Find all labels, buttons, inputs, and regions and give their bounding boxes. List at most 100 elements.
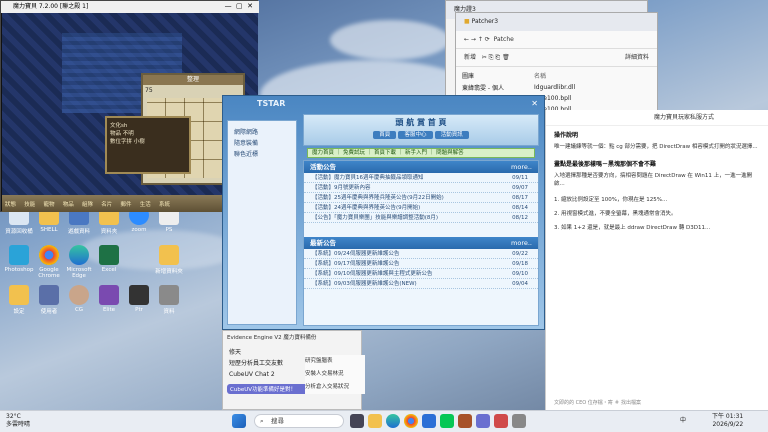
- folder-icon: [159, 245, 179, 265]
- file-item[interactable]: inde100.bpll: [534, 93, 654, 104]
- game-menu-item[interactable]: 物品: [63, 200, 74, 208]
- game-menu-item[interactable]: 寵物: [44, 200, 55, 208]
- ime-indicator[interactable]: 中: [680, 415, 686, 424]
- excel-icon: [99, 245, 119, 265]
- news-row[interactable]: 【活動】24週年慶典與界隆英公告(9月開始) 08/14: [304, 203, 538, 213]
- subpanel: 研究盤腦表 安裝人交易林況 分析倉入交易狀況: [305, 355, 365, 394]
- news-row[interactable]: 【系統】09/24伺服器更新維護公告 09/22: [304, 249, 538, 259]
- search-icon: ⌕: [260, 417, 264, 425]
- desktop-icon[interactable]: CG: [62, 285, 96, 329]
- desktop-icon[interactable]: Elite: [92, 285, 126, 329]
- desktop-icon[interactable]: Microsoft Edge: [62, 245, 96, 289]
- launcher-nav-bar: 魔力首頁 ｜ 免費試玩 ｜ 首頁下載 ｜ 新手入門 ｜ 問題與解答: [307, 148, 535, 158]
- game-menu-item[interactable]: 名片: [101, 200, 112, 208]
- folder-icon: ■: [464, 18, 470, 25]
- section-header-news: 最新公告 more..: [304, 237, 538, 249]
- app-icon[interactable]: [476, 414, 490, 428]
- column-header-name[interactable]: 名稱: [534, 71, 654, 82]
- nav-item[interactable]: 新手入門: [405, 150, 427, 156]
- photoshop-icon: [9, 245, 29, 265]
- desktop-icon[interactable]: 新增資料夾: [152, 245, 186, 289]
- game-icon[interactable]: [458, 414, 472, 428]
- nav-item[interactable]: 魔力首頁: [312, 150, 334, 156]
- launcher-side-item[interactable]: 聯色近標: [234, 149, 290, 160]
- task-view-icon[interactable]: [350, 414, 364, 428]
- section-header-events: 活動公告 more..: [304, 161, 538, 173]
- desktop-icon[interactable]: 資料: [152, 285, 186, 329]
- app-icon: [129, 285, 149, 305]
- nav-item[interactable]: 首頁下載: [374, 150, 396, 156]
- news-row[interactable]: 【活動】25週年慶典與界隆兵隆英公告(9月22日開始) 08/17: [304, 193, 538, 203]
- chrome-icon[interactable]: [404, 414, 418, 428]
- chrome-icon: [39, 245, 59, 265]
- game-menu-item[interactable]: 組隊: [82, 200, 93, 208]
- app-icon[interactable]: [494, 414, 508, 428]
- file-explorer-icon[interactable]: [368, 414, 382, 428]
- file-item[interactable]: Idguardlibr.dll: [534, 82, 654, 93]
- game-menu-bar: 狀態 技能 寵物 物品 組隊 名片 郵件 生活 系統: [2, 195, 258, 212]
- launcher-news-area: 活動公告 more.. 【活動】魔力寶貝16週年慶典抽籤品領取通知 09/11 【活…: [303, 160, 539, 326]
- more-link[interactable]: more..: [511, 161, 532, 173]
- explorer-address-bar[interactable]: ← → ↑ ⟳ Patche: [456, 31, 657, 49]
- launcher-side-item[interactable]: 網際網路: [234, 127, 290, 138]
- windows-start-icon[interactable]: [232, 414, 246, 428]
- clock[interactable]: 下午 01:31 2026/9/22: [712, 413, 743, 429]
- news-row[interactable]: 【公告】「魔力寶貝樂團」技能與樂譜調整活動(8月) 08/12: [304, 213, 538, 223]
- article-paragraph: 入地選擇那種是否要方向，搞相容問題在 DirectDraw 在 Win11 上，…: [554, 173, 753, 187]
- app-icon: [99, 285, 119, 305]
- subpanel-item[interactable]: 分析倉入交易狀況: [305, 381, 365, 394]
- game-menu-item[interactable]: 系統: [159, 200, 170, 208]
- game-window[interactable]: 魔力寶貝 7.2.00 [聯之殿 1] — ▢ ✕ 整理 75 文化sh 物品 …: [0, 0, 259, 212]
- desktop-icon[interactable]: Photoshop: [2, 245, 36, 289]
- article-footer: 文即的的 CEO 位存檔・寄 ＃ 找出檔案: [554, 400, 641, 406]
- news-row[interactable]: 【活動】9月號更新內容 09/07: [304, 183, 538, 193]
- game-menu-item[interactable]: 技能: [24, 200, 35, 208]
- explorer-sidebar: 圖庫 東緯翡雯 - 個人: [462, 71, 522, 95]
- launcher-tab[interactable]: 首頁: [373, 131, 397, 139]
- user-avatar-icon: [69, 285, 89, 305]
- game-menu-item[interactable]: 郵件: [121, 200, 132, 208]
- window-controls[interactable]: — ▢ ✕: [225, 2, 253, 10]
- launcher-tab[interactable]: 活動資訊: [434, 131, 469, 139]
- new-button[interactable]: 新增: [464, 54, 476, 61]
- details-button[interactable]: 詳細資料: [625, 49, 649, 67]
- desktop-icon[interactable]: 設定: [2, 285, 36, 329]
- launcher-tab[interactable]: 客服中心: [398, 131, 433, 139]
- close-icon[interactable]: ✕: [531, 99, 538, 108]
- subpanel-item[interactable]: 研究盤腦表: [305, 355, 365, 368]
- weather-widget[interactable]: 32°C 多雲時晴: [6, 413, 30, 429]
- store-icon[interactable]: [422, 414, 436, 428]
- edge-icon[interactable]: [386, 414, 400, 428]
- explorer-file-list: 名稱 Idguardlibr.dll inde100.bpll inde100.…: [534, 71, 654, 115]
- desktop-icon[interactable]: 使用者: [32, 285, 66, 329]
- game-menu-item[interactable]: 生活: [140, 200, 151, 208]
- panel-title: Evidence Engine V2 魔力寶料備份: [227, 335, 317, 341]
- news-row[interactable]: 【系統】09/10伺服器更新維護與主程式更新公告 09/10: [304, 269, 538, 279]
- explorer-tab[interactable]: ■ Patcher3: [456, 13, 657, 31]
- article-heading: 操作說明: [554, 132, 579, 139]
- app-icon[interactable]: [512, 414, 526, 428]
- launcher-side-item[interactable]: 隨意裝備: [234, 138, 290, 149]
- browser-article[interactable]: 魔力寶貝玩家私服方式 操作說明 唯一建議練等就一個：點 cg 部分需要，把 Di…: [545, 110, 768, 410]
- folder-icon: [9, 285, 29, 305]
- inventory-panel-title: 整理: [143, 75, 243, 85]
- article-list-item: 2. 用視窗模式進，不要全螢幕，黑塊通常會消失。: [554, 211, 677, 217]
- nav-item[interactable]: 免費試玩: [343, 150, 365, 156]
- desktop-icon[interactable]: Excel: [92, 245, 126, 289]
- more-link[interactable]: more..: [511, 237, 532, 249]
- game-launcher-window[interactable]: TSTAR ✕ 網際網路 隨意裝備 聯色近標 頭 航 賞 首 頁 首頁 客服中心…: [222, 95, 545, 330]
- nav-item[interactable]: 問題與解答: [436, 150, 464, 156]
- desktop-icon[interactable]: Ptr: [122, 285, 156, 329]
- subpanel-item[interactable]: 安裝人交易林況: [305, 368, 365, 381]
- article-list-item: 1. 縮放比例設定至 100%，你現在是 125%...: [554, 197, 668, 203]
- explorer-command-bar: 新增 ✂ ⎘ ⎗ 🗑 詳細資料: [456, 49, 657, 67]
- desktop-icon[interactable]: Google Chrome: [32, 245, 66, 289]
- game-menu-item[interactable]: 狀態: [5, 200, 16, 208]
- sidebar-item-gallery[interactable]: 圖庫: [462, 71, 522, 83]
- line-icon[interactable]: [440, 414, 454, 428]
- news-row[interactable]: 【系統】09/17伺服器更新維護公告 09/18: [304, 259, 538, 269]
- news-row[interactable]: 【活動】魔力寶貝16週年慶典抽籤品領取通知 09/11: [304, 173, 538, 183]
- sidebar-item-onedrive[interactable]: 東緯翡雯 - 個人: [462, 83, 522, 95]
- news-row[interactable]: 【系統】09/03伺服器更新維護公告(NEW) 09/04: [304, 279, 538, 289]
- taskbar-search[interactable]: ⌕ 搜尋: [254, 414, 344, 428]
